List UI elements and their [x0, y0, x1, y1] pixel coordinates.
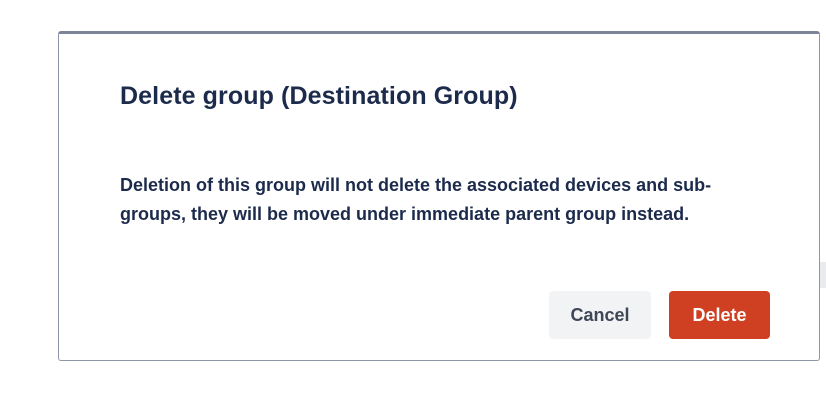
delete-button[interactable]: Delete: [669, 291, 770, 339]
dialog-message: Deletion of this group will not delete t…: [120, 175, 712, 224]
cancel-button[interactable]: Cancel: [549, 291, 651, 339]
delete-group-dialog: Delete group (Destination Group) Deletio…: [58, 31, 820, 361]
dialog-title: Delete group (Destination Group): [120, 82, 518, 110]
